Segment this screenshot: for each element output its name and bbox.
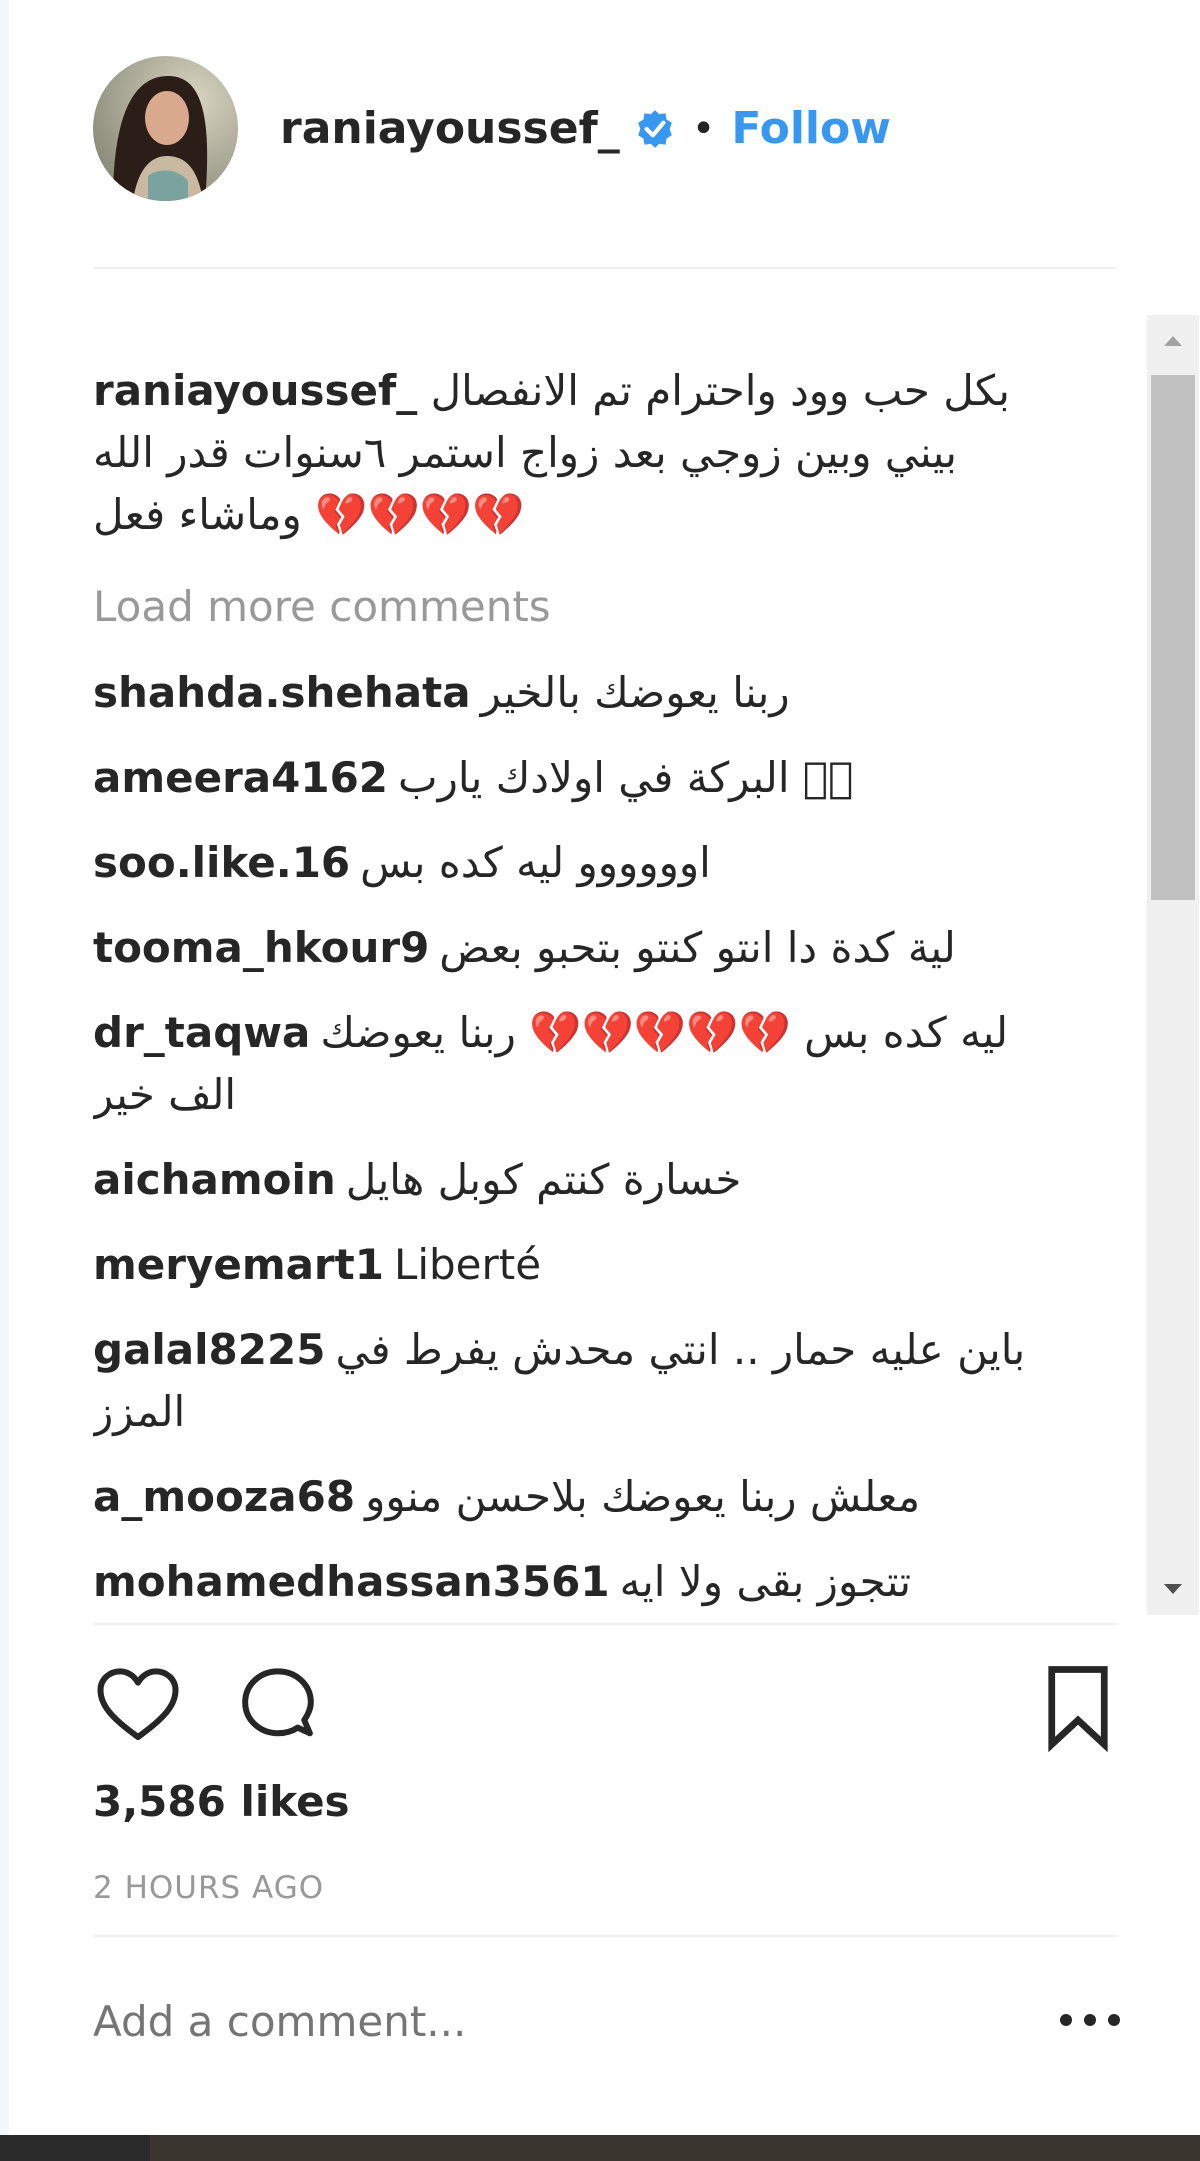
comment-item: aichamoin خسارة كنتم كوبل هايل: [93, 1149, 1053, 1211]
comment-username[interactable]: aichamoin: [93, 1155, 336, 1204]
follow-button[interactable]: Follow: [731, 103, 891, 154]
comment-text: تتجوز بقى ولا ايه: [619, 1557, 912, 1606]
scrollbar-thumb[interactable]: [1151, 375, 1195, 900]
comment-username[interactable]: a_mooza68: [93, 1472, 355, 1521]
scroll-up-arrow-icon[interactable]: [1147, 315, 1199, 367]
comment-username[interactable]: mohamedhassan3561: [93, 1557, 610, 1606]
separator-dot: •: [691, 105, 716, 152]
comment-username[interactable]: tooma_hkour9: [93, 923, 429, 972]
post-actions: [93, 1662, 1117, 1753]
ellipsis-icon[interactable]: [1060, 2005, 1120, 2035]
comments-list[interactable]: raniayoussef_ بكل حب وود واحترام تم الان…: [93, 360, 1053, 1625]
comment-bubble-icon[interactable]: [233, 1662, 323, 1752]
caption-username[interactable]: raniayoussef_: [93, 366, 417, 415]
comment-item: mohamedhassan3561 تتجوز بقى ولا ايه: [93, 1551, 1053, 1613]
comment-text: خسارة كنتم كوبل هايل: [345, 1155, 742, 1204]
likes-count[interactable]: 3,586 likes: [93, 1777, 350, 1826]
post-username[interactable]: raniayoussef_: [280, 103, 620, 154]
post-header: raniayoussef_ • Follow: [93, 56, 1117, 201]
comment-text: معلش ربنا يعوضك بلاحسن منوو: [365, 1472, 921, 1521]
bookmark-icon[interactable]: [1033, 1662, 1123, 1753]
comment-text: ربنا يعوضك بالخير: [480, 668, 790, 717]
avatar[interactable]: [93, 56, 238, 201]
comment-username[interactable]: soo.like.16: [93, 838, 350, 887]
comment-item: tooma_hkour9 لية كدة دا انتو كنتو بتحبو ب…: [93, 917, 1053, 979]
comment-item: meryemart1 Liberté: [93, 1234, 1053, 1296]
comment-item: shahda.shehata ربنا يعوضك بالخير: [93, 662, 1053, 724]
comment-username[interactable]: galal8225: [93, 1325, 325, 1374]
comments-divider: [93, 1623, 1117, 1625]
comment-username[interactable]: meryemart1: [93, 1240, 384, 1289]
window-left-edge: [0, 0, 9, 2161]
scroll-down-arrow-icon[interactable]: [1147, 1563, 1199, 1615]
background-strip: [0, 2135, 1200, 2161]
comment-username[interactable]: shahda.shehata: [93, 668, 471, 717]
comment-item: ameera4162 البركة في اولادك يارب 􏰀􏰀: [93, 747, 1053, 809]
comment-item: galal8225 باين عليه حمار .. انتي محدش يفر…: [93, 1319, 1053, 1443]
comment-text: اوووووو ليه كده بس: [360, 838, 711, 887]
comment-username[interactable]: ameera4162: [93, 753, 388, 802]
footer-divider: [93, 1935, 1117, 1937]
heart-icon[interactable]: [93, 1662, 183, 1752]
comment-item: dr_taqwa ليه كده بس 💔💔💔💔💔 ربنا يعوضك الف …: [93, 1002, 1053, 1126]
comment-text: Liberté: [393, 1240, 542, 1289]
add-comment-input[interactable]: [93, 1997, 993, 2046]
comment-text: لية كدة دا انتو كنتو بتحبو بعض: [439, 923, 956, 972]
comment-username[interactable]: dr_taqwa: [93, 1008, 310, 1057]
load-more-comments-link[interactable]: Load more comments: [93, 576, 1053, 638]
verified-badge-icon: [634, 108, 676, 150]
comment-item: a_mooza68 معلش ربنا يعوضك بلاحسن منوو: [93, 1466, 1053, 1528]
post-timestamp: 2 HOURS AGO: [93, 1870, 325, 1906]
comment-item: soo.like.16 اوووووو ليه كده بس: [93, 832, 1053, 894]
comments-scrollbar[interactable]: [1147, 315, 1199, 1615]
header-divider: [93, 267, 1117, 269]
caption: raniayoussef_ بكل حب وود واحترام تم الان…: [93, 360, 1053, 546]
comment-text: البركة في اولادك يارب 􏰀􏰀: [398, 753, 854, 802]
